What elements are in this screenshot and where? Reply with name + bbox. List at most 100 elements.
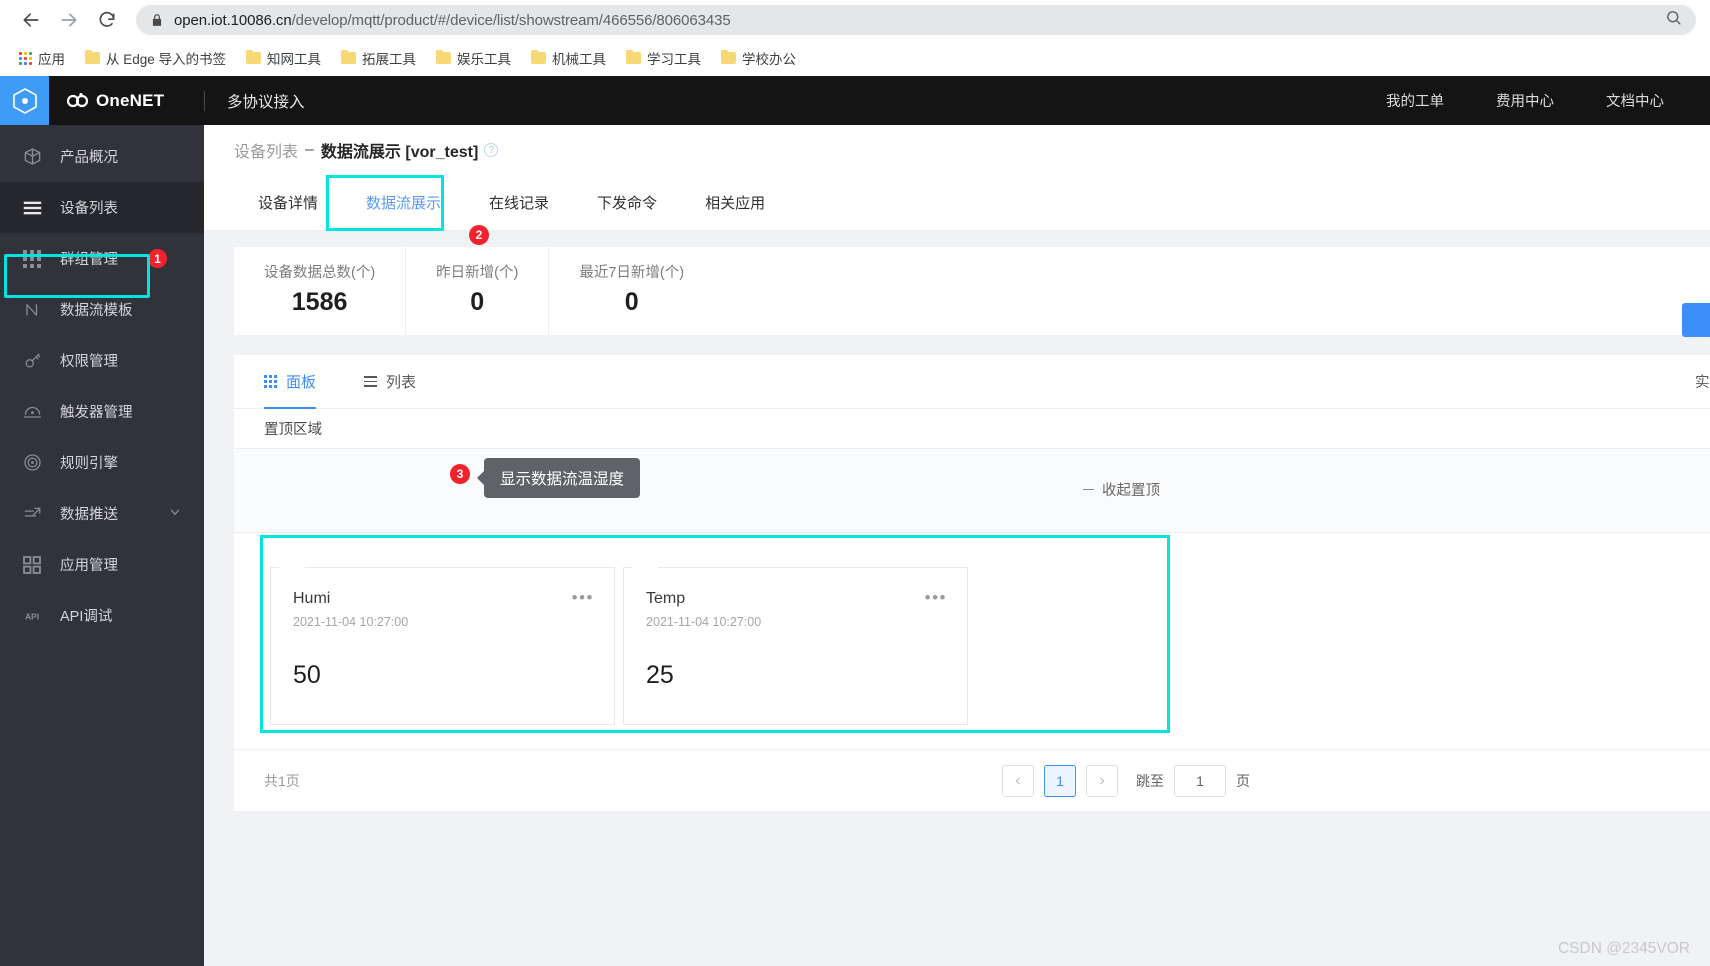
bookmark-school-office[interactable]: 学校办公: [712, 44, 805, 72]
bookmark-label: 机械工具: [552, 52, 607, 67]
browser-chrome: open.iot.10086.cn/develop/mqtt/product/#…: [0, 0, 1710, 76]
folder-icon: [626, 49, 642, 64]
bookmark-entertainment-tools[interactable]: 娱乐工具: [427, 44, 520, 72]
n-curve-icon: [22, 300, 42, 320]
tab-online-record[interactable]: 在线记录: [465, 175, 573, 230]
bookmark-label: 知网工具: [267, 52, 322, 67]
datastream-value: 25: [646, 661, 674, 689]
pagination-jump-label: 跳至: [1136, 772, 1164, 789]
sidebar-item-label: API调试: [60, 609, 113, 625]
breadcrumb: 设备列表 – 数据流展示 [vor_test] ?: [204, 125, 1710, 175]
sidebar-item-datastream-template[interactable]: 数据流模板: [0, 284, 204, 335]
view-tab-label: 列表: [386, 374, 417, 391]
page-title: 数据流展示 [vor_test]: [320, 144, 479, 161]
bookmark-cnki-tools[interactable]: 知网工具: [237, 44, 330, 72]
topnav-my-tickets[interactable]: 我的工单: [1386, 90, 1444, 111]
bookmark-extension-tools[interactable]: 拓展工具: [332, 44, 425, 72]
topnav-billing-center[interactable]: 费用中心: [1496, 90, 1554, 111]
bookmark-label: 学习工具: [647, 52, 702, 67]
sidebar-item-label: 数据推送: [60, 507, 118, 523]
step-badge-3: 3: [450, 464, 470, 484]
collapse-pinned-button[interactable]: 收起置顶: [1083, 479, 1160, 500]
sidebar: OneNET 产品概况 设备列表 群组管理 1 数据流模板 权限管理 触发器管理…: [0, 76, 204, 966]
trigger-icon: [22, 402, 42, 422]
url-path: /develop/mqtt/product/#/device/list/show…: [291, 11, 731, 29]
sidebar-item-label: 产品概况: [60, 150, 118, 166]
sidebar-item-label: 权限管理: [60, 354, 118, 370]
bookmark-edge-imported[interactable]: 从 Edge 导入的书签: [76, 44, 235, 72]
realtime-toggle[interactable]: 实时: [1695, 371, 1710, 392]
tab-panel-view[interactable]: 面板: [264, 355, 317, 409]
pagination-page-1[interactable]: 1: [1044, 764, 1076, 797]
minus-icon: [1083, 489, 1094, 490]
brand-name[interactable]: OneNET: [49, 91, 164, 111]
app-subtitle: 多协议接入: [204, 90, 305, 112]
question-mark-icon[interactable]: ?: [484, 143, 499, 157]
back-button[interactable]: [14, 3, 48, 37]
ellipsis-icon[interactable]: •••: [572, 588, 594, 608]
bookmark-apps[interactable]: 应用: [10, 44, 74, 72]
sidebar-item-group-management[interactable]: 群组管理 1: [0, 233, 204, 284]
main-area: 多协议接入 我的工单 费用中心 文档中心 设备列表 – 数据流展示 [vor_t…: [204, 76, 1710, 966]
sidebar-item-rule-engine[interactable]: 规则引擎: [0, 437, 204, 488]
pagination-next-button[interactable]: [1086, 764, 1118, 797]
bookmark-mechanical-tools[interactable]: 机械工具: [522, 44, 615, 72]
onenet-hexagon-logo[interactable]: [0, 76, 49, 125]
search-zoom-icon[interactable]: [1665, 9, 1682, 31]
pagination-jump-unit: 页: [1236, 772, 1250, 789]
sidebar-item-label: 数据流模板: [60, 303, 133, 319]
datastream-cards-region: Humi 2021-11-04 10:27:00 50 ••• Temp 202…: [234, 533, 1710, 749]
stat-value: 0: [470, 288, 485, 316]
reload-button[interactable]: [90, 3, 124, 37]
topnav-docs-center[interactable]: 文档中心: [1606, 90, 1664, 111]
squares-icon: [22, 555, 42, 575]
sidebar-item-api-debug[interactable]: API API调试: [0, 590, 204, 641]
tab-datastream-display[interactable]: 数据流展示: [342, 175, 465, 230]
sidebar-item-trigger-management[interactable]: 触发器管理: [0, 386, 204, 437]
ellipsis-icon[interactable]: •••: [925, 588, 947, 608]
folder-icon: [531, 49, 547, 64]
datastream-card-list: Humi 2021-11-04 10:27:00 50 ••• Temp 202…: [234, 553, 1710, 725]
url-text: open.iot.10086.cn/develop/mqtt/product/#…: [174, 12, 731, 29]
sidebar-item-device-list[interactable]: 设备列表: [0, 182, 204, 233]
bookmarks-bar: 应用 从 Edge 导入的书签 知网工具 拓展工具 娱乐工具 机械工具 学习工具: [0, 40, 1710, 76]
pinned-area-header: 置顶区域: [234, 409, 1710, 449]
chevron-down-icon[interactable]: [168, 505, 182, 523]
collapse-pinned-label: 收起置顶: [1102, 483, 1160, 499]
breadcrumb-parent[interactable]: 设备列表: [234, 138, 298, 162]
pagination-total-label: 共1页: [264, 772, 300, 789]
side-action-button[interactable]: [1682, 303, 1710, 337]
tab-list-view[interactable]: 列表: [364, 355, 416, 409]
folder-icon: [436, 49, 452, 64]
datastream-panel: 面板 列表 实时 置顶区域 3 显示数据流温湿度 收起置顶: [234, 355, 1710, 811]
sidebar-item-label: 规则引擎: [60, 456, 118, 472]
sidebar-item-permission-management[interactable]: 权限管理: [0, 335, 204, 386]
datastream-value: 50: [293, 661, 321, 689]
datastream-card-humi[interactable]: Humi 2021-11-04 10:27:00 50 •••: [270, 567, 615, 725]
sidebar-item-product-overview[interactable]: 产品概况: [0, 131, 204, 182]
bookmark-study-tools[interactable]: 学习工具: [617, 44, 710, 72]
pagination-prev-button[interactable]: [1002, 764, 1034, 797]
pagination-jump-input[interactable]: [1174, 764, 1226, 797]
breadcrumb-separator: –: [305, 141, 314, 158]
application-root: OneNET 产品概况 设备列表 群组管理 1 数据流模板 权限管理 触发器管理…: [0, 76, 1710, 966]
sidebar-item-label: 群组管理: [60, 252, 118, 268]
sidebar-item-application-management[interactable]: 应用管理: [0, 539, 204, 590]
tab-send-command[interactable]: 下发命令: [573, 175, 681, 230]
cube-icon: [22, 147, 42, 167]
forward-button[interactable]: [52, 3, 86, 37]
sidebar-item-data-push[interactable]: 数据推送: [0, 488, 204, 539]
view-tab-label: 面板: [286, 374, 317, 391]
svg-text:API: API: [25, 611, 39, 621]
address-bar[interactable]: open.iot.10086.cn/develop/mqtt/product/#…: [136, 5, 1696, 35]
stat-value: 0: [624, 288, 639, 316]
apps-grid-icon: [19, 51, 32, 65]
tab-related-apps[interactable]: 相关应用: [681, 175, 789, 230]
stat-total-data: 设备数据总数(个) 1586: [234, 247, 407, 335]
tab-device-detail[interactable]: 设备详情: [234, 175, 342, 230]
top-nav: 多协议接入 我的工单 费用中心 文档中心: [204, 76, 1710, 125]
sidebar-item-label: 设备列表: [60, 201, 118, 217]
folder-icon: [721, 49, 737, 64]
stat-label: 最近7日新增(个): [579, 265, 685, 281]
datastream-card-temp[interactable]: Temp 2021-11-04 10:27:00 25 •••: [623, 567, 968, 725]
